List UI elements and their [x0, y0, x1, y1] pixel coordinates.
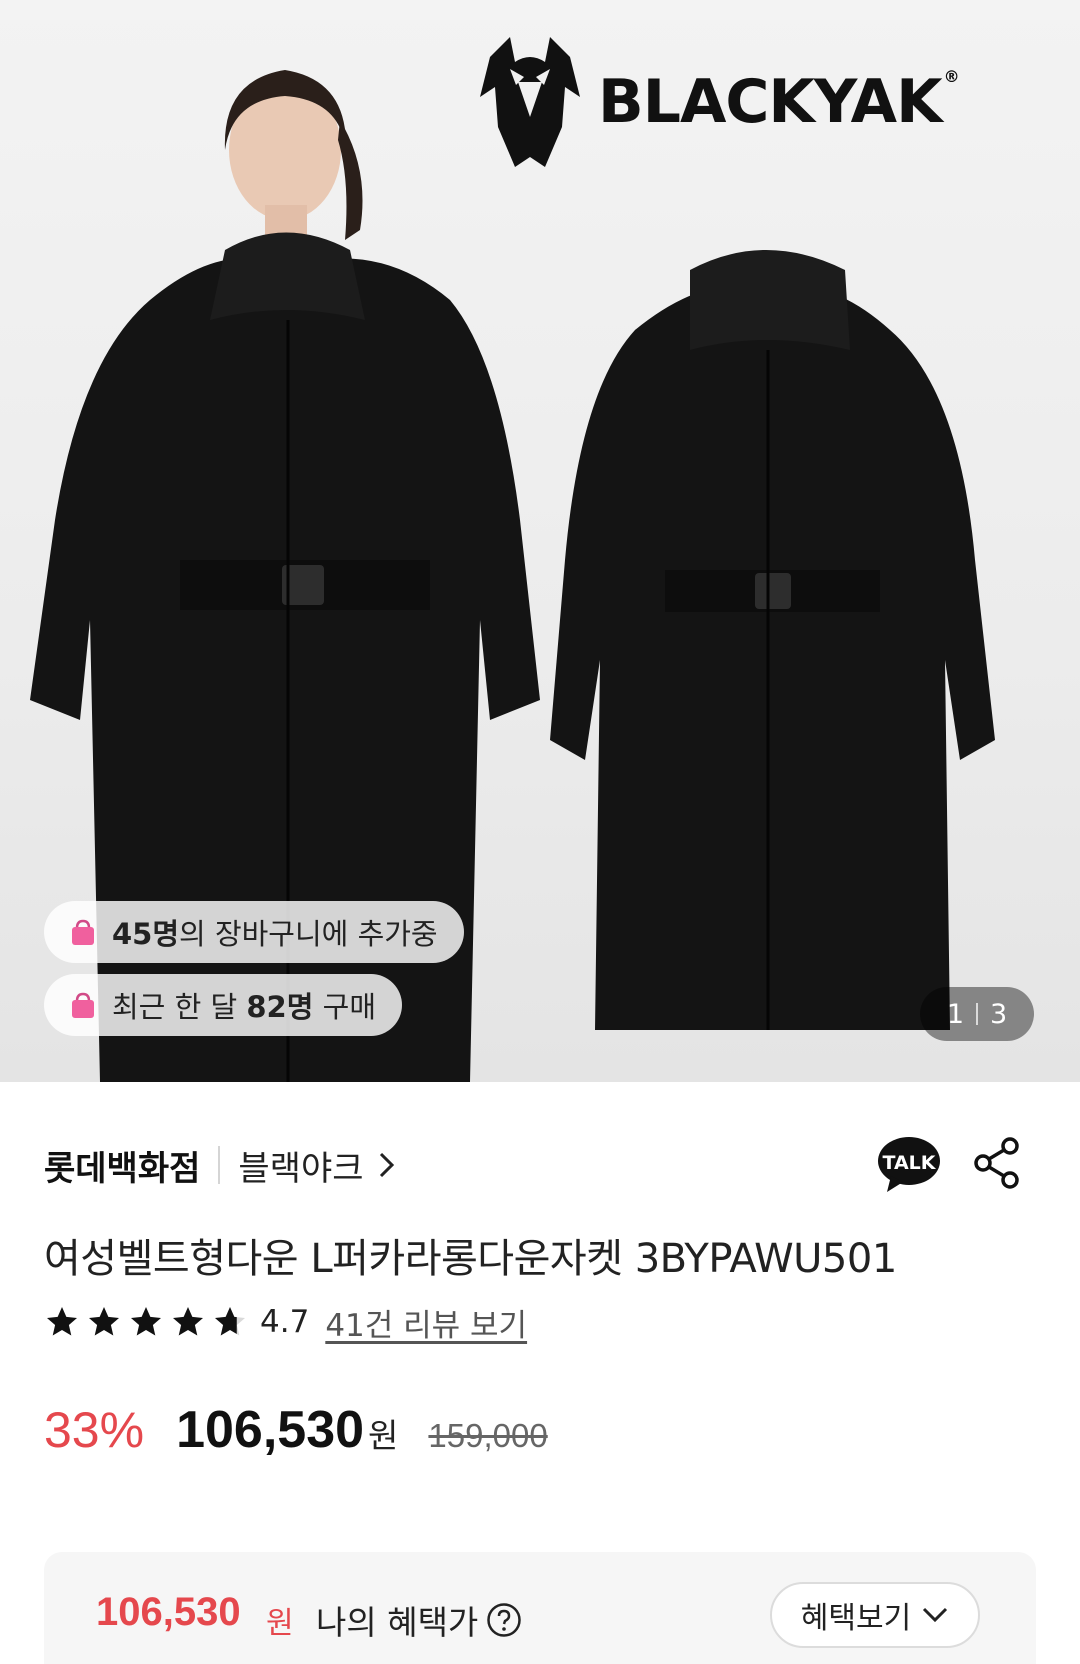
question-circle-icon[interactable]	[486, 1602, 522, 1638]
purchase-count: 82명	[246, 990, 314, 1024]
talk-icon: TALK	[878, 1137, 940, 1192]
rating-value: 4.7	[260, 1304, 310, 1340]
benefit-view-label: 혜택보기	[800, 1601, 912, 1636]
share-icon	[974, 1137, 1019, 1189]
sale-price: 106,530	[176, 1401, 365, 1459]
image-counter-current: 1	[946, 998, 964, 1030]
benefit-label: 나의 혜택가	[316, 1596, 522, 1644]
brand-wordmark: BLACKYAK ®	[598, 67, 960, 137]
store-name[interactable]: 롯데백화점	[44, 1141, 200, 1190]
image-counter-divider	[976, 1003, 978, 1025]
image-counter-total: 3	[990, 998, 1008, 1030]
brand-link[interactable]: 블랙야크	[238, 1141, 395, 1190]
purchase-count-badge: 최근 한 달 82명 구매	[44, 974, 403, 1036]
brand-logo: BLACKYAK ®	[470, 22, 1060, 182]
cart-count-text: 의 장바구니에 추가중	[179, 917, 438, 951]
chevron-right-icon	[379, 1152, 394, 1178]
star-icon	[131, 1307, 161, 1336]
talk-button[interactable]: TALK	[877, 1136, 941, 1194]
rating-row: 4.7 41건 리뷰 보기	[44, 1300, 527, 1344]
benefit-label-text: 나의 혜택가	[316, 1603, 479, 1642]
purchase-prefix: 최근 한 달	[112, 990, 247, 1024]
share-button[interactable]	[972, 1136, 1022, 1190]
store-divider	[218, 1146, 221, 1184]
benefit-currency-unit: 원	[266, 1606, 294, 1641]
star-icon	[47, 1307, 77, 1336]
discount-rate: 33%	[44, 1402, 145, 1458]
chevron-down-icon	[923, 1607, 948, 1623]
brand-link-label: 블랙야크	[238, 1148, 364, 1189]
benefit-price-box: 106,530 원 나의 혜택가 혜택보기	[44, 1552, 1036, 1664]
yak-logo-icon	[480, 37, 580, 167]
store-row: 롯데백화점 블랙야크	[44, 1140, 396, 1190]
cart-count-badge: 45명 의 장바구니에 추가중	[44, 901, 464, 963]
svg-text:TALK: TALK	[882, 1152, 936, 1174]
image-counter: 1 3	[920, 987, 1034, 1041]
currency-unit: 원	[368, 1416, 399, 1455]
original-price: 159,000	[428, 1417, 548, 1454]
purchase-suffix: 구매	[313, 990, 377, 1024]
price-row: 33% 106,530 원 159,000	[44, 1400, 548, 1466]
review-link[interactable]: 41건 리뷰 보기	[325, 1300, 527, 1345]
cart-count: 45명	[112, 917, 180, 951]
product-image-gallery[interactable]: BLACKYAK ® 45명 의 장바구니에 추가중 최근 한 달 82명 구매 1…	[0, 0, 1080, 1082]
star-icon	[89, 1307, 119, 1336]
product-title: 여성벨트형다운 L퍼카라롱다운자켓 3BYPAWU501	[44, 1236, 897, 1282]
benefit-price: 106,530	[96, 1590, 241, 1634]
star-rating	[44, 1304, 248, 1340]
shopping-bag-icon	[72, 992, 94, 1018]
star-icon	[173, 1307, 203, 1336]
shopping-bag-icon	[72, 919, 94, 945]
benefit-view-button[interactable]: 혜택보기	[770, 1582, 980, 1648]
star-half-icon	[215, 1307, 245, 1336]
